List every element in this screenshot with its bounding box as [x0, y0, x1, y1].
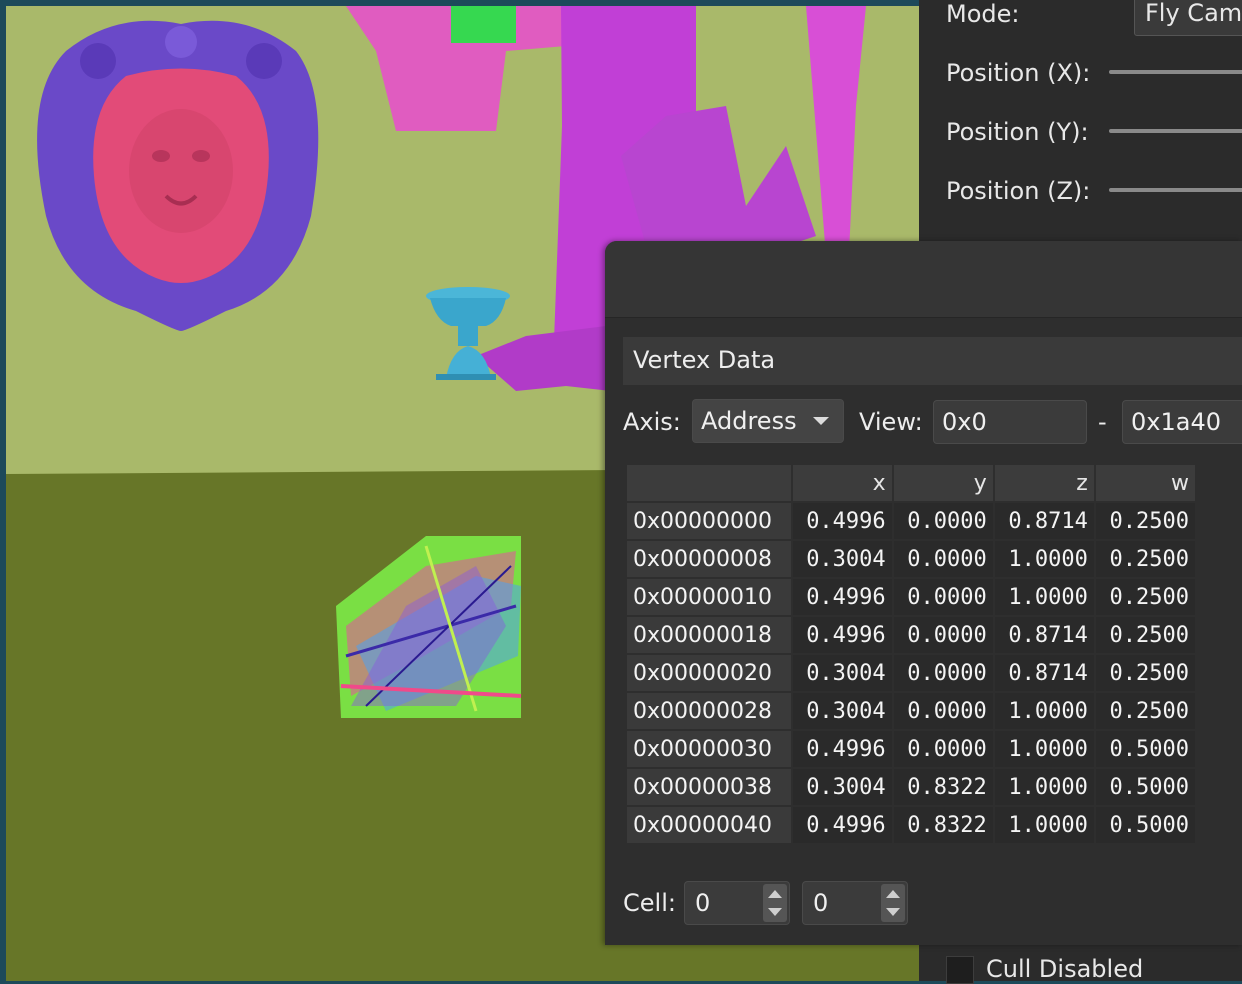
view-label: View: — [859, 408, 923, 436]
cell-z[interactable]: 1.0000 — [994, 579, 1094, 615]
position-y-slider[interactable] — [1109, 129, 1242, 133]
cell-z[interactable]: 0.8714 — [994, 503, 1094, 539]
column-header-w[interactable]: w — [1095, 465, 1195, 501]
row-address: 0x00000030 — [627, 731, 791, 767]
cell-y[interactable]: 0.0000 — [893, 579, 993, 615]
position-y-label: Position (Y): — [946, 118, 1089, 146]
column-header-y[interactable]: y — [893, 465, 993, 501]
row-address: 0x00000040 — [627, 807, 791, 843]
cell-x[interactable]: 0.3004 — [792, 541, 892, 577]
cell-w[interactable]: 0.2500 — [1095, 693, 1195, 729]
vertex-data-window: Vertex Data Axis: Address View: 0x0 - 0x… — [605, 241, 1242, 945]
arrow-up-icon[interactable] — [768, 890, 782, 898]
vertex-data-header: Vertex Data — [623, 337, 1242, 385]
col-stepper-buttons[interactable] — [881, 884, 905, 922]
cell-y[interactable]: 0.0000 — [893, 541, 993, 577]
row-address: 0x00000000 — [627, 503, 791, 539]
vertex-data-table[interactable]: x y z w 0x00000000 0.4996 0.0000 0.8714 … — [625, 463, 1197, 845]
table-row[interactable]: 0x00000028 0.3004 0.0000 1.0000 0.2500 — [627, 693, 1195, 729]
arrow-down-icon[interactable] — [886, 908, 900, 916]
arrow-down-icon[interactable] — [768, 908, 782, 916]
cell-w[interactable]: 0.2500 — [1095, 541, 1195, 577]
arrow-up-icon[interactable] — [886, 890, 900, 898]
cell-w[interactable]: 0.2500 — [1095, 655, 1195, 691]
cell-y[interactable]: 0.0000 — [893, 503, 993, 539]
cell-w[interactable]: 0.2500 — [1095, 579, 1195, 615]
table-row[interactable]: 0x00000010 0.4996 0.0000 1.0000 0.2500 — [627, 579, 1195, 615]
cell-y[interactable]: 0.0000 — [893, 655, 993, 691]
table-row[interactable]: 0x00000020 0.3004 0.0000 0.8714 0.2500 — [627, 655, 1195, 691]
position-z-label: Position (Z): — [946, 177, 1091, 205]
table-row[interactable]: 0x00000018 0.4996 0.0000 0.8714 0.2500 — [627, 617, 1195, 653]
view-end-input[interactable]: 0x1a40 — [1122, 400, 1242, 444]
axis-value: Address — [701, 407, 797, 435]
row-address: 0x00000010 — [627, 579, 791, 615]
position-x-slider[interactable] — [1109, 70, 1242, 74]
cell-x[interactable]: 0.4996 — [792, 731, 892, 767]
position-y-row: Position (Y): — [946, 118, 1089, 146]
row-address: 0x00000018 — [627, 617, 791, 653]
cell-y[interactable]: 0.0000 — [893, 693, 993, 729]
cell-y[interactable]: 0.0000 — [893, 731, 993, 767]
cell-w[interactable]: 0.2500 — [1095, 503, 1195, 539]
view-range-separator: - — [1098, 408, 1107, 436]
cell-label: Cell: — [623, 889, 676, 917]
cell-col-value: 0 — [813, 889, 829, 917]
cell-z[interactable]: 1.0000 — [994, 731, 1094, 767]
axis-label: Axis: — [623, 408, 681, 436]
cell-x[interactable]: 0.4996 — [792, 579, 892, 615]
green-block — [451, 6, 516, 43]
cell-y[interactable]: 0.0000 — [893, 617, 993, 653]
table-header-row: x y z w — [627, 465, 1195, 501]
cell-x[interactable]: 0.4996 — [792, 617, 892, 653]
position-x-row: Position (X): — [946, 59, 1090, 87]
cell-w[interactable]: 0.5000 — [1095, 769, 1195, 805]
cell-w[interactable]: 0.5000 — [1095, 731, 1195, 767]
cull-disabled-checkbox[interactable] — [946, 956, 974, 984]
table-row[interactable]: 0x00000000 0.4996 0.0000 0.8714 0.2500 — [627, 503, 1195, 539]
cull-disabled-label: Cull Disabled — [986, 955, 1144, 983]
mode-dropdown[interactable]: Fly Camera — [1134, 0, 1242, 36]
row-address: 0x00000008 — [627, 541, 791, 577]
table-row[interactable]: 0x00000038 0.3004 0.8322 1.0000 0.5000 — [627, 769, 1195, 805]
cell-x[interactable]: 0.4996 — [792, 503, 892, 539]
window-titlebar[interactable] — [605, 241, 1242, 318]
position-z-row: Position (Z): — [946, 177, 1090, 205]
row-address: 0x00000028 — [627, 693, 791, 729]
cell-y[interactable]: 0.8322 — [893, 807, 993, 843]
column-header-z[interactable]: z — [994, 465, 1094, 501]
cell-x[interactable]: 0.3004 — [792, 655, 892, 691]
position-x-label: Position (X): — [946, 59, 1091, 87]
cell-row-spinbox[interactable]: 0 — [684, 881, 790, 925]
cell-x[interactable]: 0.4996 — [792, 807, 892, 843]
cell-col-spinbox[interactable]: 0 — [802, 881, 908, 925]
row-address: 0x00000038 — [627, 769, 791, 805]
view-start-input[interactable]: 0x0 — [933, 400, 1087, 444]
cell-x[interactable]: 0.3004 — [792, 693, 892, 729]
cell-z[interactable]: 1.0000 — [994, 807, 1094, 843]
mode-label: Mode: — [946, 0, 1020, 28]
table-row[interactable]: 0x00000008 0.3004 0.0000 1.0000 0.2500 — [627, 541, 1195, 577]
column-header-x[interactable]: x — [792, 465, 892, 501]
position-z-slider[interactable] — [1109, 188, 1242, 192]
table-row[interactable]: 0x00000040 0.4996 0.8322 1.0000 0.5000 — [627, 807, 1195, 843]
chevron-down-icon — [813, 417, 829, 425]
mode-row: Mode: Fly Camera — [946, 0, 1242, 36]
table-row[interactable]: 0x00000030 0.4996 0.0000 1.0000 0.5000 — [627, 731, 1195, 767]
axis-dropdown[interactable]: Address — [692, 399, 844, 443]
cell-z[interactable]: 0.8714 — [994, 617, 1094, 653]
cell-w[interactable]: 0.2500 — [1095, 617, 1195, 653]
cell-row-value: 0 — [695, 889, 711, 917]
cell-x[interactable]: 0.3004 — [792, 769, 892, 805]
cell-z[interactable]: 1.0000 — [994, 769, 1094, 805]
cell-y[interactable]: 0.8322 — [893, 769, 993, 805]
row-address: 0x00000020 — [627, 655, 791, 691]
address-column-header — [627, 465, 791, 501]
row-stepper-buttons[interactable] — [763, 884, 787, 922]
cell-z[interactable]: 1.0000 — [994, 693, 1094, 729]
cell-w[interactable]: 0.5000 — [1095, 807, 1195, 843]
cell-z[interactable]: 1.0000 — [994, 541, 1094, 577]
cell-z[interactable]: 0.8714 — [994, 655, 1094, 691]
